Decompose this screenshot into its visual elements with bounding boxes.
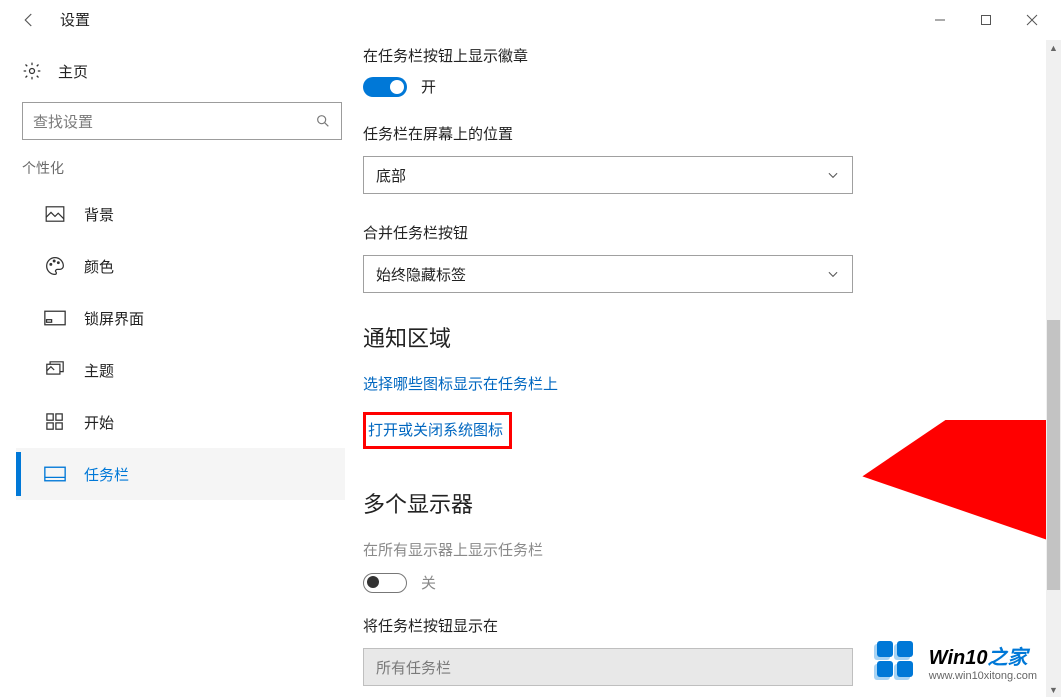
watermark-url: www.win10xitong.com xyxy=(929,670,1037,682)
sidebar-item-label: 背景 xyxy=(84,204,114,225)
sidebar-item-colors[interactable]: 颜色 xyxy=(16,240,345,292)
gear-icon xyxy=(22,61,42,81)
chevron-down-icon xyxy=(826,168,840,182)
watermark: Win10之家 www.win10xitong.com xyxy=(875,639,1037,683)
annotation-highlight: 打开或关闭系统图标 xyxy=(363,412,512,449)
titlebar: 设置 xyxy=(0,0,1061,40)
section-label: 个性化 xyxy=(22,158,345,178)
lockscreen-icon xyxy=(44,310,66,326)
select-value: 始终隐藏标签 xyxy=(376,264,466,285)
minimize-button[interactable] xyxy=(917,4,963,36)
taskbar-icon xyxy=(44,466,66,482)
sidebar-item-themes[interactable]: 主题 xyxy=(16,344,345,396)
sidebar-item-start[interactable]: 开始 xyxy=(16,396,345,448)
close-button[interactable] xyxy=(1009,4,1055,36)
taskbar-position-select[interactable]: 底部 xyxy=(363,156,853,194)
truncated-setting-label: 在任务栏按钮上显示徽章 xyxy=(363,44,1021,66)
window-title: 设置 xyxy=(60,9,90,30)
sidebar-item-label: 锁屏界面 xyxy=(84,308,144,329)
sidebar-item-label: 主题 xyxy=(84,360,114,381)
taskbar-position-label: 任务栏在屏幕上的位置 xyxy=(363,123,1021,144)
home-label: 主页 xyxy=(58,61,88,82)
show-buttons-on-label: 将任务栏按钮显示在 xyxy=(363,615,1021,636)
chevron-down-icon xyxy=(826,267,840,281)
system-icons-link[interactable]: 打开或关闭系统图标 xyxy=(368,419,503,440)
sidebar: 主页 查找设置 个性化 背景 xyxy=(0,40,345,697)
combine-buttons-label: 合并任务栏按钮 xyxy=(363,222,1021,243)
sidebar-item-label: 开始 xyxy=(84,412,114,433)
select-value: 所有任务栏 xyxy=(376,657,451,678)
toggle-state-label: 关 xyxy=(421,572,436,593)
picture-icon xyxy=(44,206,66,222)
home-link[interactable]: 主页 xyxy=(16,48,345,94)
windows-logo-icon xyxy=(875,639,919,683)
show-on-all-label: 在所有显示器上显示任务栏 xyxy=(363,539,1021,560)
start-icon xyxy=(44,413,66,431)
sidebar-item-background[interactable]: 背景 xyxy=(16,188,345,240)
badges-toggle[interactable] xyxy=(363,77,407,97)
notification-area-heading: 通知区域 xyxy=(363,321,1021,353)
sidebar-item-lockscreen[interactable]: 锁屏界面 xyxy=(16,292,345,344)
sidebar-item-label: 任务栏 xyxy=(84,464,129,485)
scrollbar[interactable]: ▲ ▼ xyxy=(1046,40,1061,697)
sidebar-item-label: 颜色 xyxy=(84,256,114,277)
select-value: 底部 xyxy=(376,165,406,186)
palette-icon xyxy=(44,256,66,276)
scroll-thumb[interactable] xyxy=(1047,320,1060,590)
main-content: 在任务栏按钮上显示徽章 开 任务栏在屏幕上的位置 底部 合并任务栏按钮 始终隐藏… xyxy=(345,40,1061,697)
maximize-button[interactable] xyxy=(963,4,1009,36)
show-on-all-toggle[interactable] xyxy=(363,573,407,593)
nav-list: 背景 颜色 锁屏界面 xyxy=(16,188,345,500)
select-icons-link[interactable]: 选择哪些图标显示在任务栏上 xyxy=(363,373,558,394)
scroll-up-icon[interactable]: ▲ xyxy=(1046,40,1061,55)
scroll-down-icon[interactable]: ▼ xyxy=(1046,682,1061,697)
combine-buttons-select[interactable]: 始终隐藏标签 xyxy=(363,255,853,293)
back-button[interactable] xyxy=(12,3,46,37)
show-buttons-on-select: 所有任务栏 xyxy=(363,648,853,686)
theme-icon xyxy=(44,361,66,379)
search-placeholder: 查找设置 xyxy=(33,111,93,132)
multiple-displays-heading: 多个显示器 xyxy=(363,487,1021,519)
sidebar-item-taskbar[interactable]: 任务栏 xyxy=(16,448,345,500)
toggle-state-label: 开 xyxy=(421,76,436,97)
search-input[interactable]: 查找设置 xyxy=(22,102,342,140)
search-icon xyxy=(315,113,331,129)
watermark-brand: Win10之家 xyxy=(929,641,1037,670)
